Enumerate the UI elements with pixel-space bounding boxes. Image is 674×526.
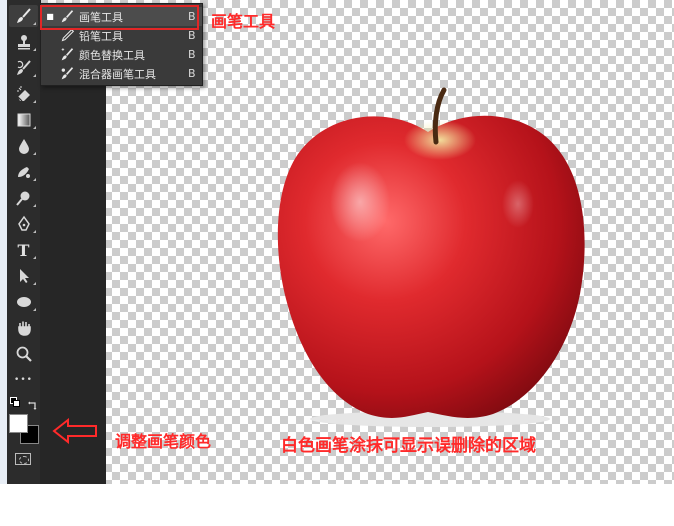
arrow-left-icon [52,418,97,444]
flyout-item-mixer-brush[interactable]: 混合器画笔工具 B [41,64,202,83]
canvas-bottom-area [0,484,674,526]
annotation-adjust-color: 调整画笔颜色 [115,432,212,451]
color-replace-icon [57,47,77,63]
annotation-brush-tool: 画笔工具 [211,12,276,31]
dodge-icon [15,191,29,206]
flyout-item-color-replacement[interactable]: 颜色替换工具 B [41,45,202,64]
type-tool[interactable]: T [9,239,38,261]
brush-icon [16,8,31,23]
zoom-icon [16,346,32,362]
more-icon: ••• [14,375,33,385]
stamp-icon [17,35,30,50]
swap-colors-icon[interactable] [27,396,38,410]
ellipse-tool[interactable] [9,291,38,313]
blur-tool[interactable] [9,135,38,157]
gradient-tool[interactable] [9,109,38,131]
eraser-icon [16,86,30,102]
zoom-tool[interactable] [9,343,38,365]
ellipse-icon [16,297,31,307]
flyout-item-label: 颜色替换工具 [79,48,145,62]
annotation-white-brush: 白色画笔涂抹可显示误删除的区域 [281,436,536,456]
sponge-icon [17,167,30,178]
quick-mask-icon [19,456,29,464]
mixer-brush-icon [57,66,77,82]
default-colors-icon[interactable] [10,397,20,407]
history-brush-icon [16,60,31,75]
arrow-icon [19,269,29,283]
gradient-icon [17,113,30,127]
hand-icon [17,321,31,336]
apple-image [277,87,585,427]
foreground-color-swatch[interactable] [9,414,28,433]
drop-icon [18,139,29,154]
clone-stamp-tool[interactable] [9,31,38,53]
pen-icon [17,215,30,231]
dodge-tool[interactable] [9,187,38,209]
pen-tool[interactable] [9,213,38,235]
sponge-tool[interactable] [9,161,38,183]
flyout-item-label: 混合器画笔工具 [79,67,156,81]
quick-mask-button[interactable] [15,453,31,465]
path-selection-tool[interactable] [9,265,38,287]
eraser-tool[interactable] [9,83,38,105]
flyout-item-shortcut: B [188,48,196,61]
flyout-item-shortcut: B [188,29,196,42]
history-brush-tool[interactable] [9,57,38,79]
more-tools[interactable]: ••• [9,369,38,391]
hand-tool[interactable] [9,317,38,339]
brush-tool-highlight [40,5,199,30]
tools-panel: T ••• [7,0,41,484]
flyout-item-shortcut: B [188,67,196,80]
type-icon: T [17,240,30,260]
brush-tool[interactable] [9,5,38,27]
